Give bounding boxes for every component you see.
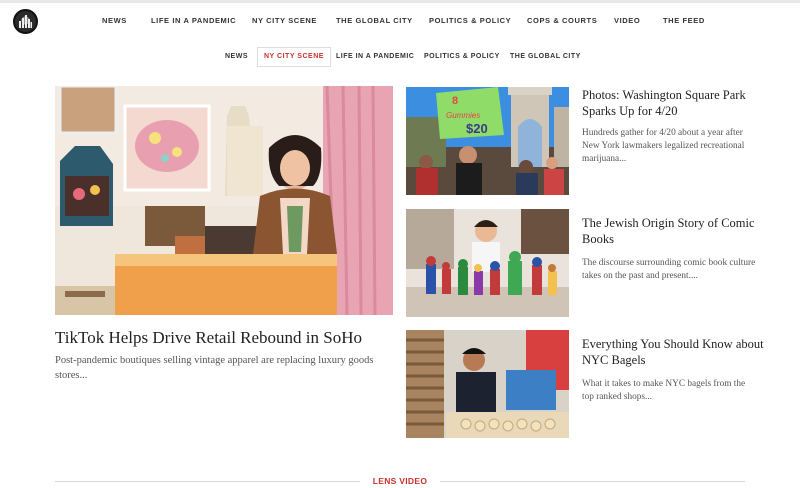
side-story-1-image[interactable]: 8 Gummies $20 bbox=[406, 87, 569, 195]
nav-life-in-a-pandemic[interactable]: LIFE IN A PANDEMIC bbox=[151, 16, 236, 25]
main-nav: NEWS LIFE IN A PANDEMIC NY CITY SCENE TH… bbox=[0, 16, 800, 28]
vintage-boutique-photo bbox=[55, 86, 393, 315]
subnav-the-global-city[interactable]: THE GLOBAL CITY bbox=[510, 47, 581, 67]
nav-ny-city-scene[interactable]: NY CITY SCENE bbox=[252, 16, 317, 25]
subnav-news[interactable]: NEWS bbox=[225, 47, 248, 67]
nav-video[interactable]: VIDEO bbox=[614, 16, 640, 25]
side-story-3-title[interactable]: Everything You Should Know about NYC Bag… bbox=[582, 336, 772, 368]
lead-story-title[interactable]: TikTok Helps Drive Retail Rebound in SoH… bbox=[55, 328, 395, 348]
lead-story-description: Post-pandemic boutiques selling vintage … bbox=[55, 355, 374, 381]
nav-the-global-city[interactable]: THE GLOBAL CITY bbox=[336, 16, 413, 25]
subnav-ny-city-scene[interactable]: NY CITY SCENE bbox=[257, 47, 331, 67]
nav-news[interactable]: NEWS bbox=[102, 16, 127, 25]
lens-video-label[interactable]: LENS VIDEO bbox=[366, 476, 434, 486]
subnav-politics-policy[interactable]: POLITICS & POLICY bbox=[424, 47, 500, 67]
sign-word: Gummies bbox=[446, 111, 480, 120]
sign-number: 8 bbox=[452, 95, 458, 107]
side-story-2-description: The discourse surrounding comic book cul… bbox=[582, 258, 756, 281]
lead-story-image[interactable] bbox=[55, 86, 393, 315]
divider-right bbox=[440, 481, 745, 482]
section-subnav: NEWS NY CITY SCENE LIFE IN A PANDEMIC PO… bbox=[0, 47, 800, 67]
nav-politics-policy[interactable]: POLITICS & POLICY bbox=[429, 16, 511, 25]
nav-the-feed[interactable]: THE FEED bbox=[663, 16, 705, 25]
top-bar: NEWS LIFE IN A PANDEMIC NY CITY SCENE TH… bbox=[0, 0, 800, 36]
divider-left bbox=[55, 481, 360, 482]
bagel-shop-photo bbox=[406, 330, 569, 438]
nav-cops-courts[interactable]: COPS & COURTS bbox=[527, 16, 597, 25]
side-story-1-title[interactable]: Photos: Washington Square Park Sparks Up… bbox=[582, 87, 772, 119]
subnav-life-in-a-pandemic[interactable]: LIFE IN A PANDEMIC bbox=[336, 47, 414, 67]
washington-square-photo: 8 Gummies $20 bbox=[406, 87, 569, 195]
side-story-3-image[interactable] bbox=[406, 330, 569, 438]
side-story-3-description: What it takes to make NYC bagels from th… bbox=[582, 379, 746, 402]
lens-video-header: LENS VIDEO bbox=[55, 476, 745, 488]
side-story-2-title[interactable]: The Jewish Origin Story of Comic Books bbox=[582, 215, 772, 247]
sign-price: $20 bbox=[466, 121, 488, 136]
comic-figures-photo bbox=[406, 209, 569, 317]
side-story-2-image[interactable] bbox=[406, 209, 569, 317]
side-story-1-description: Hundreds gather for 4/20 about a year af… bbox=[582, 128, 745, 164]
